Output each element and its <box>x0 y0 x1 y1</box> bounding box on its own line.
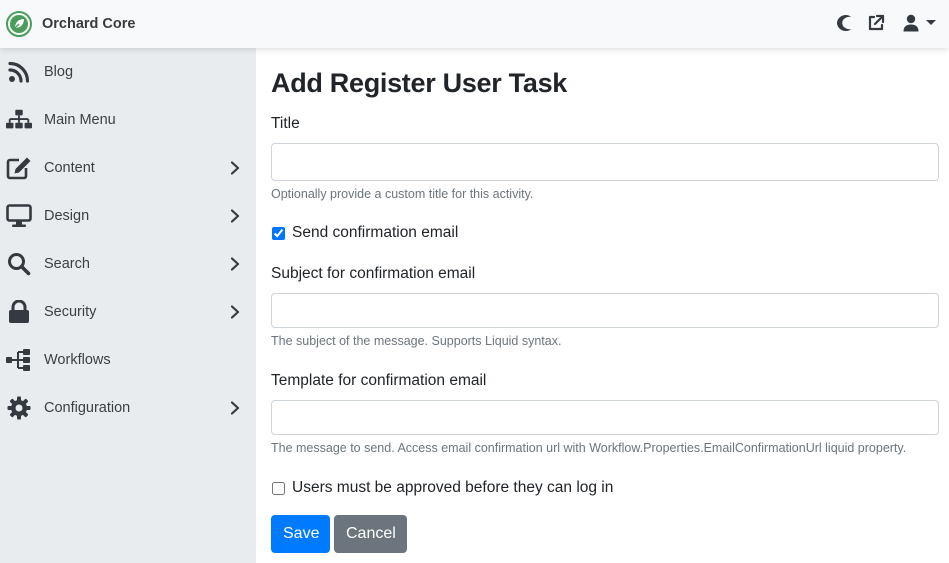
sidebar-item-label: Search <box>44 256 90 272</box>
sidebar-item-label: Main Menu <box>44 112 116 128</box>
send-confirmation-label: Send confirmation email <box>292 224 459 241</box>
sidebar-item-security[interactable]: Security <box>0 288 256 336</box>
theme-toggle-button[interactable] <box>833 12 855 34</box>
sidebar-item-main-menu[interactable]: Main Menu <box>0 96 256 144</box>
brand-name: Orchard Core <box>42 16 136 32</box>
sidebar-item-blog[interactable]: Blog <box>0 48 256 96</box>
visit-site-button[interactable] <box>865 12 887 34</box>
sidebar-item-label: Workflows <box>44 352 111 368</box>
user-icon <box>903 14 919 32</box>
rss-icon <box>6 60 32 84</box>
edit-icon <box>6 156 32 180</box>
template-input[interactable] <box>271 400 939 435</box>
external-link-icon <box>868 14 885 31</box>
workflow-icon <box>6 348 32 372</box>
template-hint: The message to send. Access email confir… <box>271 441 907 455</box>
orchard-core-logo-icon <box>6 11 32 37</box>
subject-hint: The subject of the message. Supports Liq… <box>271 334 562 348</box>
sidebar-item-workflows[interactable]: Workflows <box>0 336 256 384</box>
subject-label: Subject for confirmation email <box>271 265 476 282</box>
send-confirmation-checkbox-row[interactable]: Send confirmation email <box>271 224 458 242</box>
caret-down-icon <box>926 20 936 25</box>
require-approval-checkbox[interactable] <box>272 481 285 495</box>
chevron-right-icon <box>230 209 240 223</box>
lock-icon <box>6 300 32 324</box>
sidebar-item-search[interactable]: Search <box>0 240 256 288</box>
title-label: Title <box>271 115 300 132</box>
sidebar-item-configuration[interactable]: Configuration <box>0 384 256 432</box>
subject-input[interactable] <box>271 293 939 328</box>
admin-sidebar: Blog Main Menu Content Design Search Sec… <box>0 48 256 563</box>
top-navbar: Orchard Core <box>0 0 949 48</box>
sidebar-item-label: Blog <box>44 64 74 80</box>
chevron-right-icon <box>230 401 240 415</box>
cancel-button[interactable]: Cancel <box>334 515 407 553</box>
brand-link[interactable]: Orchard Core <box>6 11 135 37</box>
title-hint: Optionally provide a custom title for th… <box>271 187 534 201</box>
sidebar-item-content[interactable]: Content <box>0 144 256 192</box>
require-approval-label: Users must be approved before they can l… <box>292 479 614 496</box>
require-approval-checkbox-row[interactable]: Users must be approved before they can l… <box>271 479 613 497</box>
sidebar-item-label: Configuration <box>44 400 131 416</box>
chevron-right-icon <box>230 257 240 271</box>
chevron-right-icon <box>230 161 240 175</box>
page-title: Add Register User Task <box>271 68 568 98</box>
title-input[interactable] <box>271 143 939 181</box>
moon-icon <box>837 15 851 31</box>
send-confirmation-checkbox[interactable] <box>272 226 285 240</box>
sidebar-item-design[interactable]: Design <box>0 192 256 240</box>
search-icon <box>6 252 32 276</box>
template-label: Template for confirmation email <box>271 372 487 389</box>
sitemap-icon <box>6 108 32 132</box>
sidebar-item-label: Content <box>44 160 95 176</box>
sidebar-item-label: Security <box>44 304 97 320</box>
gear-icon <box>6 396 32 420</box>
desktop-icon <box>6 204 32 228</box>
chevron-right-icon <box>230 305 240 319</box>
save-button[interactable]: Save <box>271 515 330 553</box>
user-menu-button[interactable] <box>901 12 939 34</box>
sidebar-item-label: Design <box>44 208 90 224</box>
